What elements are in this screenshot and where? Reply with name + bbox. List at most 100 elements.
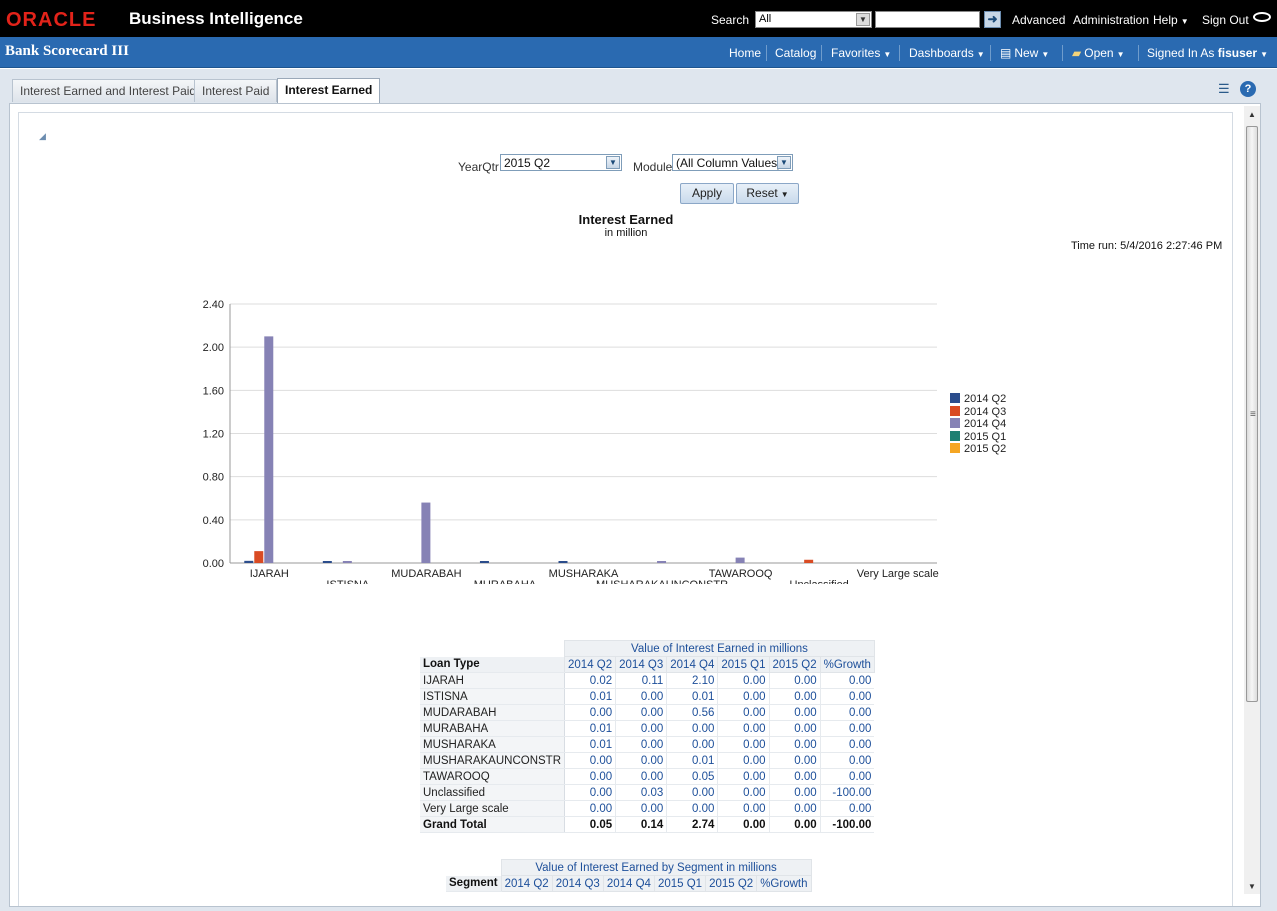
value-cell[interactable]: 0.00: [768, 720, 821, 737]
value-cell[interactable]: 0.00: [615, 688, 667, 705]
bar: [735, 557, 745, 563]
value-cell[interactable]: 0.00: [768, 672, 821, 689]
column-header[interactable]: 2015 Q2: [705, 875, 758, 892]
value-cell[interactable]: 0.01: [564, 736, 616, 753]
value-cell[interactable]: 0.00: [564, 704, 616, 721]
page-options-icon[interactable]: ☰: [1218, 82, 1232, 96]
column-header[interactable]: %Growth: [756, 875, 812, 892]
table-corner: [446, 860, 501, 876]
value-cell[interactable]: 0.00: [564, 752, 616, 769]
value-cell[interactable]: 0.00: [819, 672, 875, 689]
column-header[interactable]: 2015 Q2: [768, 656, 821, 673]
value-cell[interactable]: 0.00: [717, 688, 770, 705]
scroll-down-arrow-icon[interactable]: ▼: [1244, 880, 1260, 894]
chevron-down-icon[interactable]: ▼: [606, 156, 620, 169]
value-cell[interactable]: 0.00: [819, 752, 875, 769]
column-header[interactable]: 2014 Q4: [666, 656, 719, 673]
value-cell[interactable]: 0.00: [717, 752, 770, 769]
vertical-scrollbar[interactable]: ▲ ≡ ▼: [1244, 106, 1260, 894]
value-cell[interactable]: 0.01: [666, 688, 718, 705]
dashboards-menu[interactable]: Dashboards ▼: [909, 46, 985, 60]
value-cell[interactable]: 0.00: [615, 752, 667, 769]
value-cell[interactable]: 0.11: [615, 672, 667, 689]
value-cell[interactable]: 0.00: [819, 720, 875, 737]
value-cell[interactable]: 2.10: [666, 672, 718, 689]
value-cell[interactable]: 0.56: [666, 704, 718, 721]
catalog-link[interactable]: Catalog: [775, 46, 816, 60]
value-cell[interactable]: 0.00: [615, 720, 667, 737]
column-header[interactable]: 2014 Q2: [564, 656, 617, 673]
advanced-link[interactable]: Advanced: [1012, 13, 1065, 27]
value-cell[interactable]: 0.00: [768, 704, 821, 721]
open-menu[interactable]: ▰ Open ▼: [1072, 46, 1125, 60]
value-cell[interactable]: 0.00: [615, 704, 667, 721]
value-cell[interactable]: 0.00: [564, 768, 616, 785]
value-cell[interactable]: 0.00: [768, 688, 821, 705]
value-cell[interactable]: 0.00: [717, 784, 770, 801]
value-cell[interactable]: 0.00: [615, 768, 667, 785]
tab-interest-paid[interactable]: Interest Paid: [194, 79, 278, 102]
value-cell[interactable]: 0.00: [819, 768, 875, 785]
sign-out-link[interactable]: Sign Out: [1202, 13, 1249, 27]
value-cell[interactable]: 0.00: [717, 672, 770, 689]
value-cell[interactable]: 0.00: [666, 736, 718, 753]
value-cell[interactable]: 0.05: [666, 768, 718, 785]
home-link[interactable]: Home: [729, 46, 761, 60]
search-go-button[interactable]: ➜: [984, 11, 1001, 28]
value-cell[interactable]: 0.01: [666, 752, 718, 769]
column-header[interactable]: 2014 Q3: [551, 875, 604, 892]
value-cell[interactable]: 0.00: [615, 800, 667, 817]
value-cell[interactable]: 0.00: [717, 704, 770, 721]
value-cell[interactable]: 0.00: [819, 736, 875, 753]
tab-interest-earned-and-interest-paid[interactable]: Interest Earned and Interest Paid: [12, 79, 205, 102]
signed-in-menu[interactable]: Signed In As fisuser ▼: [1147, 46, 1268, 60]
collapse-section-icon[interactable]: ◢: [39, 131, 46, 142]
value-cell[interactable]: 0.00: [717, 768, 770, 785]
value-cell[interactable]: 0.01: [564, 720, 616, 737]
help-menu[interactable]: Help ▼: [1153, 13, 1189, 27]
column-header[interactable]: 2015 Q1: [717, 656, 770, 673]
search-input[interactable]: [875, 11, 980, 28]
column-header[interactable]: 2015 Q1: [653, 875, 707, 892]
value-cell[interactable]: 0.00: [819, 688, 875, 705]
scroll-thumb[interactable]: ≡: [1246, 126, 1258, 702]
module-select[interactable]: (All Column Values) ▼: [672, 154, 793, 171]
apply-button[interactable]: Apply: [680, 183, 734, 204]
scroll-up-arrow-icon[interactable]: ▲: [1244, 108, 1260, 122]
new-menu[interactable]: ▤ New ▼: [1000, 46, 1049, 60]
administration-link[interactable]: Administration: [1073, 13, 1149, 27]
value-cell[interactable]: 0.00: [564, 800, 616, 817]
column-header[interactable]: 2014 Q3: [615, 656, 668, 673]
chevron-down-icon[interactable]: ▼: [777, 156, 791, 169]
reset-button[interactable]: Reset ▼: [736, 183, 799, 204]
value-cell[interactable]: 0.00: [717, 720, 770, 737]
value-cell[interactable]: 0.00: [717, 800, 770, 817]
search-scope-select[interactable]: All ▼: [755, 11, 872, 28]
column-header[interactable]: 2014 Q4: [602, 875, 655, 892]
value-cell[interactable]: 0.00: [666, 784, 718, 801]
value-cell[interactable]: 0.00: [615, 736, 667, 753]
value-cell[interactable]: 0.00: [666, 800, 718, 817]
value-cell[interactable]: 0.03: [615, 784, 667, 801]
value-cell[interactable]: 0.01: [564, 688, 616, 705]
value-cell[interactable]: 0.00: [819, 704, 875, 721]
value-cell[interactable]: 0.00: [819, 800, 875, 817]
value-cell[interactable]: 0.00: [768, 768, 821, 785]
favorites-menu[interactable]: Favorites ▼: [831, 46, 891, 60]
column-header[interactable]: %Growth: [819, 656, 875, 673]
tab-interest-earned[interactable]: Interest Earned: [277, 78, 381, 103]
value-cell[interactable]: 0.02: [564, 672, 616, 689]
column-header[interactable]: 2014 Q2: [500, 875, 553, 892]
value-cell[interactable]: 0.00: [666, 720, 718, 737]
value-cell[interactable]: 0.00: [768, 736, 821, 753]
value-cell[interactable]: 0.00: [768, 800, 821, 817]
value-cell[interactable]: 0.00: [768, 752, 821, 769]
value-cell[interactable]: 0.00: [564, 784, 616, 801]
value-cell[interactable]: 0.00: [717, 736, 770, 753]
yearqtr-select[interactable]: 2015 Q2 ▼: [500, 154, 622, 171]
yearqtr-value: 2015 Q2: [504, 156, 551, 170]
value-cell[interactable]: -100.00: [819, 784, 875, 801]
help-icon[interactable]: ?: [1240, 81, 1256, 97]
value-cell[interactable]: 0.00: [768, 784, 821, 801]
chevron-down-icon[interactable]: ▼: [856, 13, 870, 26]
